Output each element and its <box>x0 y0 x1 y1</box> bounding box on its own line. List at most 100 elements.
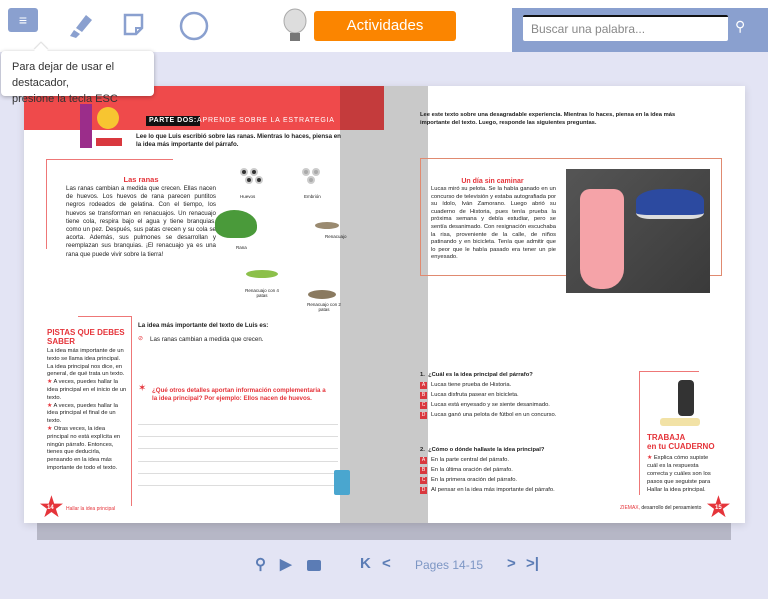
activities-button[interactable]: Actividades <box>314 11 456 41</box>
option-text: En la última oración del párrafo. <box>431 467 513 473</box>
book-illustration <box>660 418 700 426</box>
question-text: ¿Cuál es la idea principal del párrafo? <box>428 372 533 378</box>
story-text: Lucas miró su pelota. Se la había ganado… <box>431 186 556 261</box>
footer-brand: ZIEMAX, <box>620 505 641 511</box>
work-title-line: TRABAJA <box>647 433 686 442</box>
option-b[interactable]: B En la última oración del párrafo. <box>420 465 650 475</box>
work-title-line: en tu CUADERNO <box>647 442 715 451</box>
footer-text: desarrollo del pensamiento <box>641 505 702 511</box>
pager-bar: ⚲ ▶ K < Pages 14-15 > >| <box>0 555 768 579</box>
section-title: APRENDE SOBRE LA ESTRATEGIA <box>197 117 335 124</box>
story-title: Las ranas <box>123 175 159 184</box>
frog-life-cycle-diagram: Huevos Embrión Renacuajo Renacuajo con 2… <box>210 160 350 320</box>
tip: A veces, puedes hallar la idea principal… <box>47 402 118 425</box>
play-icon[interactable]: ▶ <box>280 555 292 573</box>
option-c[interactable]: C En la primera oración del párrafo. <box>420 475 650 485</box>
next-page-icon[interactable]: > <box>507 555 516 572</box>
section-label: PARTE DOS: <box>146 116 200 126</box>
tips-intro: La idea más importante de un texto se ll… <box>47 348 125 378</box>
question-text: ¿Cómo o dónde hallaste la idea principal… <box>428 447 545 453</box>
option-a[interactable]: A En la parte central del párrafo. <box>420 455 650 465</box>
page-footer: Hallar la idea principal <box>66 506 116 512</box>
answer-line[interactable] <box>138 473 338 474</box>
option-text: En la primera oración del párrafo. <box>431 477 518 483</box>
last-page-icon[interactable]: >| <box>526 555 539 572</box>
option-d[interactable]: D Lucas ganó una pelota de fútbol en un c… <box>420 410 650 420</box>
check-icon: ⊘ <box>138 335 144 342</box>
mascot-illustration <box>80 104 122 148</box>
option-letter: A <box>420 381 427 389</box>
option-letter: C <box>420 401 427 409</box>
answer-line[interactable] <box>138 424 338 425</box>
book-gutter <box>340 86 428 523</box>
cycle-label: Rana <box>236 245 247 250</box>
highlighter-tooltip: Para dejar de usar el destacador, presion… <box>1 51 154 105</box>
page-number: 14 <box>47 505 54 511</box>
option-letter: A <box>420 456 427 464</box>
star-icon: ✶ <box>138 383 147 394</box>
option-letter: B <box>420 466 427 474</box>
cycle-label: Embrión <box>304 194 321 199</box>
option-b[interactable]: B Lucas disfruta pasear en bicicleta. <box>420 390 650 400</box>
question-number: 2. <box>420 447 425 453</box>
tooltip-line: presione la tecla ESC <box>12 93 118 105</box>
option-a[interactable]: A Lucas tiene prueba de Historia. <box>420 380 650 390</box>
question-number: 1. <box>420 372 425 378</box>
highlighter-icon[interactable] <box>62 10 94 40</box>
work-text-body: Explica cómo supiste cuál es la respuest… <box>647 455 711 493</box>
header-band-dark <box>340 86 384 130</box>
cycle-label: Huevos <box>240 194 256 199</box>
page-footer: ZIEMAX, desarrollo del pensamiento <box>620 504 701 512</box>
option-text: En la parte central del párrafo. <box>431 457 509 463</box>
main-idea-label: La idea más importante del texto de Luis… <box>138 322 269 329</box>
cycle-label: Renacuajo con 4 patas <box>245 288 279 298</box>
story-title: Un día sin caminar <box>461 178 524 185</box>
tip: Otras veces, la idea principal no está e… <box>47 425 121 471</box>
page-number: 15 <box>715 505 722 511</box>
notebook-mascot-illustration <box>678 380 694 416</box>
answer-line[interactable] <box>138 436 338 437</box>
menu-button[interactable]: ≡ <box>8 8 38 32</box>
cycle-label: Renacuajo con 2 patas <box>307 302 341 312</box>
option-d[interactable]: D Al pensar en la idea más importante del… <box>420 485 650 495</box>
main-idea-answer: Las ranas cambian a medida que crecen. <box>150 336 264 343</box>
story-text: Las ranas cambian a medida que crecen. E… <box>66 185 216 258</box>
cycle-label: Renacuajo <box>325 234 347 239</box>
tip: A veces, puedes hallar la idea principal… <box>47 379 127 401</box>
option-text: Lucas disfruta pasear en bicicleta. <box>431 392 519 398</box>
option-letter: D <box>420 411 427 419</box>
page-indicator: Pages 14-15 <box>415 558 484 572</box>
tips-title: PISTAS QUE DEBES SABER <box>47 328 125 346</box>
first-page-icon[interactable]: K <box>360 555 371 572</box>
window-icon[interactable] <box>307 560 321 571</box>
tips-body: La idea más importante de un texto se ll… <box>47 348 127 471</box>
right-intro: Lee este texto sobre una desagradable ex… <box>420 112 676 127</box>
lightbulb-icon[interactable] <box>282 8 308 44</box>
tooltip-line: Para dejar de usar el destacador, <box>12 61 115 89</box>
question-1: 1. ¿Cuál es la idea principal del párraf… <box>420 370 650 420</box>
work-text: ★ Explica cómo supiste cuál es la respue… <box>647 455 711 493</box>
option-letter: B <box>420 391 427 399</box>
zoom-in-icon[interactable]: ⚲ <box>255 555 266 573</box>
circle-tool-icon[interactable] <box>178 10 210 42</box>
answer-line[interactable] <box>138 461 338 462</box>
option-text: Lucas tiene prueba de Historia. <box>431 382 512 388</box>
option-text: Al pensar en la idea más importante del … <box>431 487 555 493</box>
left-intro: Lee lo que Luis escribió sobre las ranas… <box>136 133 341 149</box>
question: ¿Qué otros detalles aportan información … <box>152 387 326 403</box>
option-text: Lucas está enyesado y se siente desanima… <box>431 402 550 408</box>
search-input[interactable] <box>523 15 728 41</box>
option-letter: C <box>420 476 427 484</box>
prev-page-icon[interactable]: < <box>382 555 391 572</box>
option-text: Lucas ganó una pelota de fútbol en un co… <box>431 412 557 418</box>
answer-line[interactable] <box>138 448 338 449</box>
work-title: TRABAJA en tu CUADERNO <box>647 433 715 451</box>
question-2: 2. ¿Cómo o dónde hallaste la idea princi… <box>420 445 650 495</box>
search-icon[interactable]: ⚲ <box>735 18 745 35</box>
option-letter: D <box>420 486 427 494</box>
note-icon[interactable] <box>122 12 146 38</box>
cast-foot-photo <box>566 169 710 293</box>
option-c[interactable]: C Lucas está enyesado y se siente desanim… <box>420 400 650 410</box>
answer-line[interactable] <box>138 485 338 486</box>
book-shadow <box>37 520 731 540</box>
